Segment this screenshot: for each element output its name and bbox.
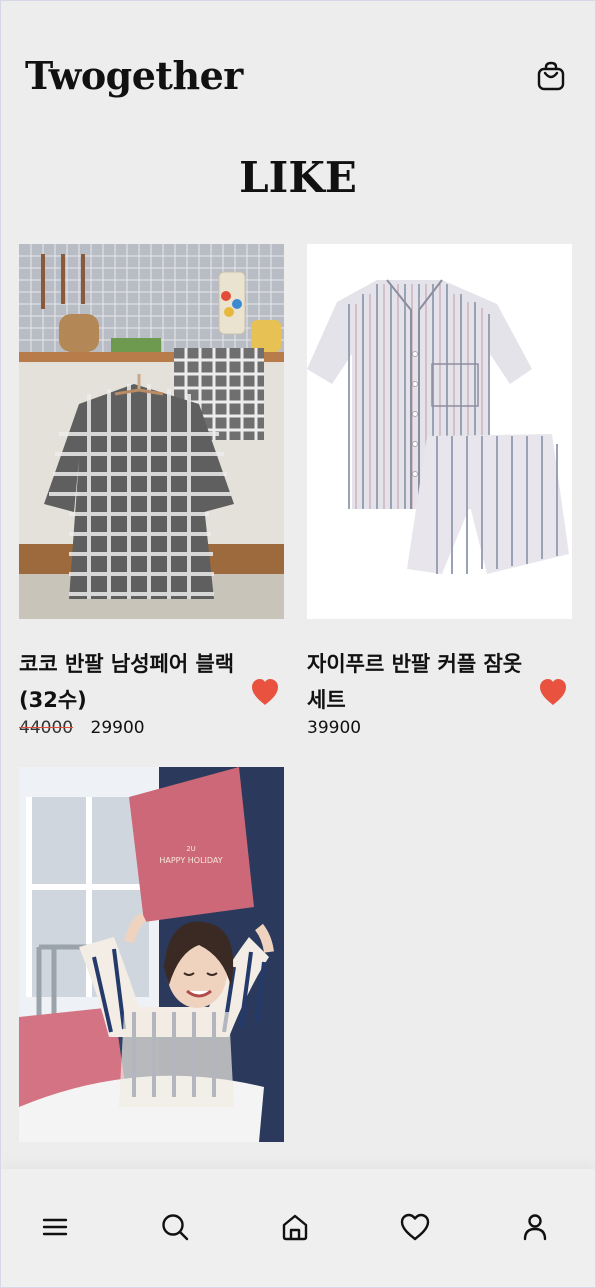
product-image[interactable] [19, 244, 284, 619]
sale-price: 39900 [307, 718, 362, 738]
nav-search-button[interactable] [157, 1209, 193, 1245]
nav-like-button[interactable] [397, 1209, 433, 1245]
nav-home-button[interactable] [277, 1209, 313, 1245]
heart-outline-icon [400, 1213, 430, 1241]
home-icon [282, 1214, 308, 1241]
cart-button[interactable] [533, 59, 569, 95]
product-card[interactable]: 자이푸르 반팔 커플 잠옷 세트 39900 [307, 244, 572, 744]
nav-profile-button[interactable] [517, 1209, 553, 1245]
product-image[interactable]: 2U HAPPY HOLIDAY [19, 767, 284, 1142]
like-button[interactable] [249, 676, 281, 708]
product-name[interactable]: 자이푸르 반팔 커플 잠옷 세트 [307, 646, 535, 718]
app-screen: Twogether LIKE 코코 반팔 남성페어 블랙 (32수) 44000… [0, 0, 596, 1288]
price-row: 44000 29900 [19, 718, 145, 738]
search-icon [162, 1214, 189, 1241]
gift-box-label: HAPPY HOLIDAY [159, 856, 222, 865]
page-title: LIKE [239, 153, 357, 202]
menu-icon [42, 1218, 68, 1236]
original-price: 44000 [19, 718, 74, 738]
holiday-gift-box-photo: 2U HAPPY HOLIDAY [19, 767, 284, 1142]
product-name[interactable]: 코코 반팔 남성페어 블랙 (32수) [19, 646, 247, 718]
heart-icon [252, 679, 278, 705]
product-card[interactable]: 코코 반팔 남성페어 블랙 (32수) 44000 29900 [19, 244, 284, 744]
price-row: 39900 [307, 718, 361, 738]
bottom-navigation [1, 1169, 595, 1287]
user-icon [523, 1214, 547, 1241]
heart-icon [540, 679, 566, 705]
brand-logo[interactable]: Twogether [25, 53, 243, 98]
shopping-bag-icon [537, 61, 565, 91]
checked-pajama-photo [19, 244, 284, 619]
sale-price: 29900 [90, 718, 145, 738]
gift-box-brand: 2U [186, 845, 196, 853]
product-image[interactable] [307, 244, 572, 619]
like-button[interactable] [537, 676, 569, 708]
nav-menu-button[interactable] [37, 1209, 73, 1245]
product-card[interactable]: 2U HAPPY HOLIDAY [19, 767, 284, 1142]
striped-pajama-photo [307, 244, 572, 619]
